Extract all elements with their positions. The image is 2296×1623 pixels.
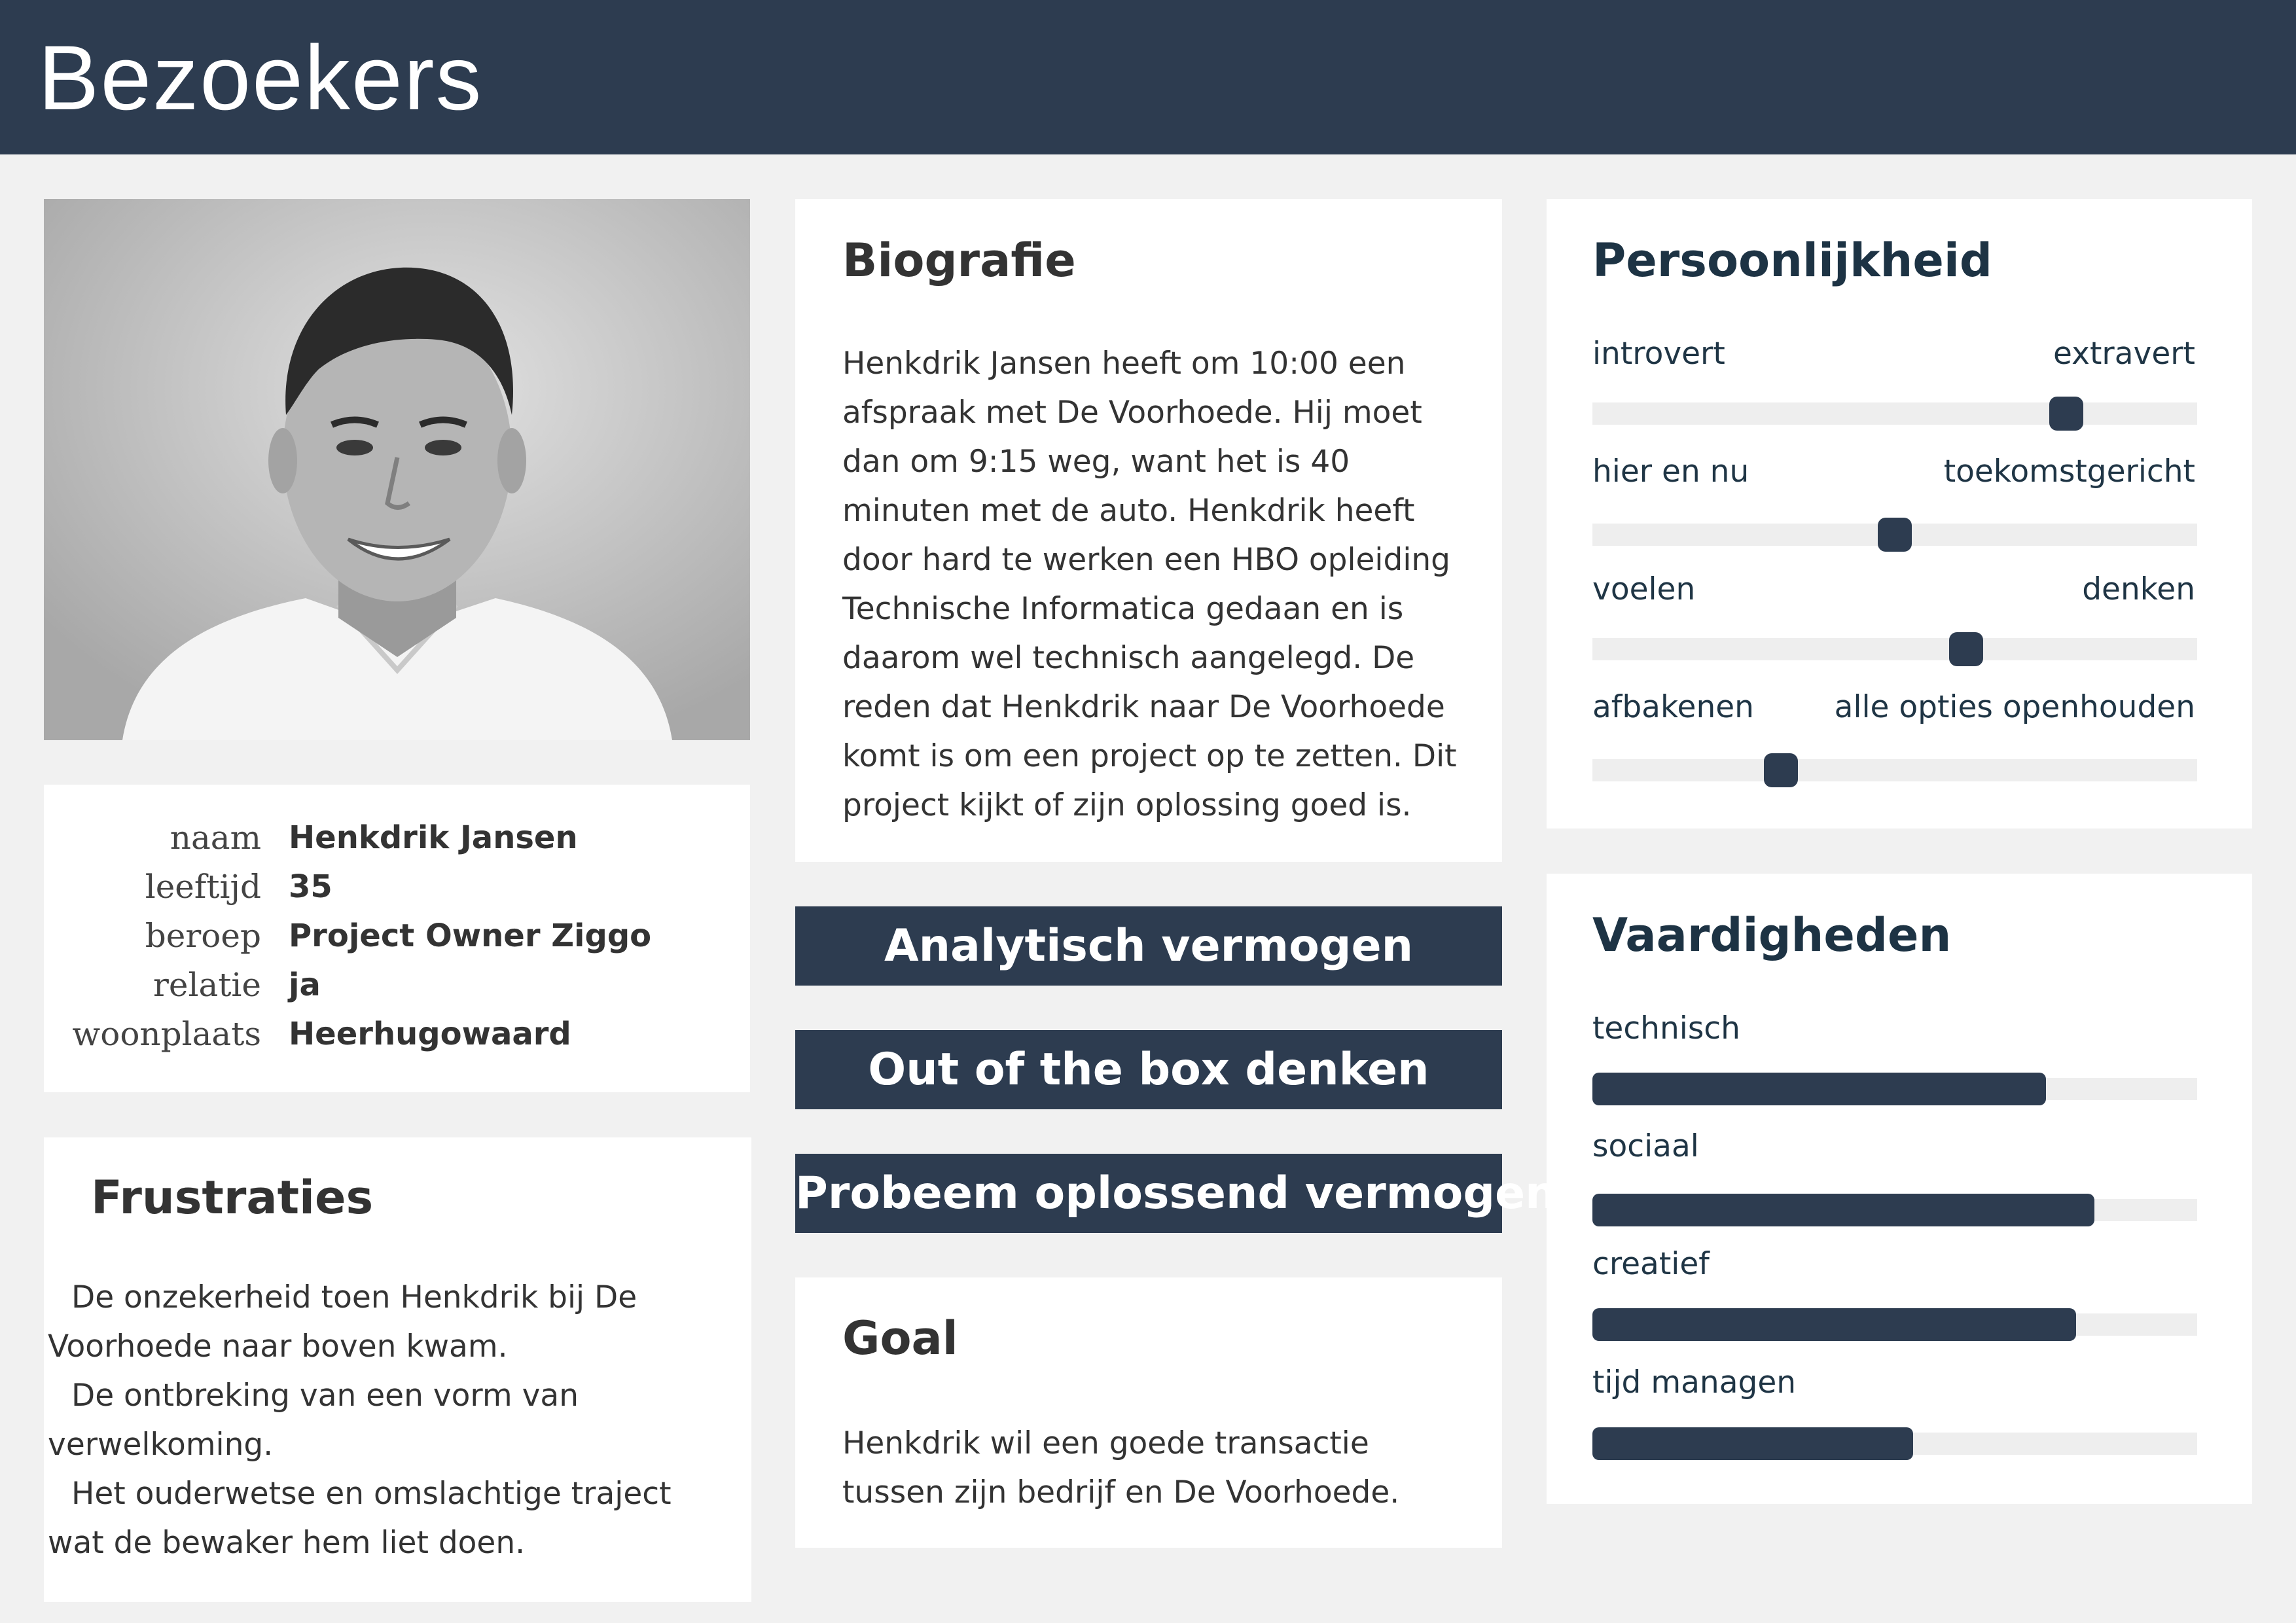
profile-photo bbox=[44, 199, 750, 740]
slider-track bbox=[1592, 632, 2197, 666]
page-title: Bezoekers bbox=[38, 26, 483, 129]
slider-right-label: toekomstgericht bbox=[1943, 454, 2195, 490]
info-label: woonplaats bbox=[72, 1015, 261, 1053]
frustratie-item: De onzekerheid toen Henkdrik bij De Voor… bbox=[48, 1279, 637, 1364]
info-row-woonplaats: woonplaats Heerhugowaard bbox=[44, 1010, 750, 1059]
trait-probleem-oplossend: Probeem oplossend vermogen bbox=[795, 1154, 1557, 1233]
slider-thumb bbox=[2049, 397, 2083, 431]
skill-label: technisch bbox=[1592, 1010, 1740, 1046]
info-value: Project Owner Ziggo bbox=[289, 918, 652, 954]
goal-text: Henkdrik wil een goede transactie tussen… bbox=[842, 1425, 1400, 1510]
frustratie-item: De ontbreking van een vorm van verwelkom… bbox=[48, 1378, 579, 1463]
slider-track bbox=[1592, 397, 2197, 431]
vaardigheden-title: Vaardigheden bbox=[1592, 908, 1952, 962]
trait-analytisch: Analytisch vermogen bbox=[795, 906, 1502, 986]
info-label: beroep bbox=[145, 917, 261, 955]
trait-out-of-the-box: Out of the box denken bbox=[795, 1030, 1502, 1109]
slider-right-label: alle opties openhouden bbox=[1834, 689, 2195, 725]
info-row-leeftijd: leeftijd 35 bbox=[44, 863, 750, 912]
page-header: Bezoekers bbox=[0, 0, 2296, 154]
biografie-title: Biografie bbox=[842, 234, 1076, 287]
slider-right-label: denken bbox=[2082, 571, 2195, 607]
skill-track bbox=[1592, 1427, 2197, 1460]
skill-label: creatief bbox=[1592, 1246, 1710, 1282]
slider-thumb bbox=[1764, 753, 1798, 787]
slider-left-label: introvert bbox=[1592, 336, 1725, 372]
skill-fill bbox=[1592, 1073, 2046, 1105]
vaardigheden-card bbox=[1547, 874, 2252, 1504]
skill-track bbox=[1592, 1308, 2197, 1341]
info-row-relatie: relatie ja bbox=[44, 961, 750, 1010]
skill-label: tijd managen bbox=[1592, 1364, 1797, 1400]
biografie-text: Henkdrik Jansen heeft om 10:00 een afspr… bbox=[842, 346, 1457, 823]
slider-track bbox=[1592, 753, 2197, 787]
info-label: leeftijd bbox=[145, 868, 261, 906]
skill-fill bbox=[1592, 1194, 2094, 1226]
persoonlijkheid-card bbox=[1547, 199, 2252, 829]
frustratie-item: Het ouderwetse en omslachtige traject wa… bbox=[48, 1476, 672, 1561]
slider-right-label: extravert bbox=[2053, 336, 2195, 372]
slider-left-label: voelen bbox=[1592, 571, 1696, 607]
frustraties-title: Frustraties bbox=[91, 1171, 374, 1224]
skill-fill bbox=[1592, 1427, 1913, 1460]
goal-title: Goal bbox=[842, 1311, 958, 1365]
portrait-illustration bbox=[44, 199, 750, 740]
skill-track bbox=[1592, 1194, 2197, 1226]
info-value: Heerhugowaard bbox=[289, 1016, 571, 1052]
slider-left-label: hier en nu bbox=[1592, 454, 1749, 490]
skill-track bbox=[1592, 1073, 2197, 1105]
skill-label: sociaal bbox=[1592, 1128, 1699, 1164]
slider-thumb bbox=[1949, 632, 1983, 666]
skill-fill bbox=[1592, 1308, 2076, 1341]
slider-left-label: afbakenen bbox=[1592, 689, 1754, 725]
info-label: relatie bbox=[153, 966, 261, 1004]
slider-track bbox=[1592, 518, 2197, 552]
frustraties-list: De onzekerheid toen Henkdrik bij De Voor… bbox=[48, 1273, 709, 1567]
persoonlijkheid-title: Persoonlijkheid bbox=[1592, 234, 1992, 287]
info-value: Henkdrik Jansen bbox=[289, 819, 578, 856]
info-value: 35 bbox=[289, 868, 332, 905]
info-value: ja bbox=[289, 967, 321, 1003]
slider-thumb bbox=[1878, 518, 1912, 552]
info-row-beroep: beroep Project Owner Ziggo bbox=[44, 912, 750, 961]
info-label: naam bbox=[170, 819, 261, 857]
info-row-naam: naam Henkdrik Jansen bbox=[44, 813, 750, 863]
